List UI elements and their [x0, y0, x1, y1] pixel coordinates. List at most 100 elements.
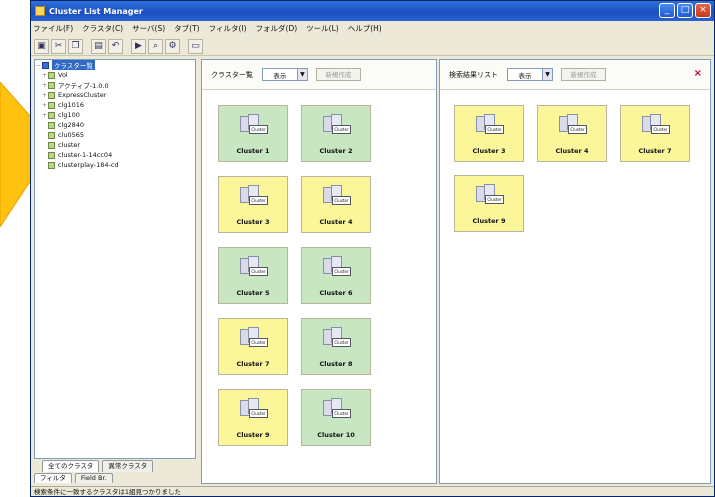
tree-item[interactable]: clu0565 [35, 130, 195, 140]
tree-item[interactable]: clusterplay-184-cd [35, 160, 195, 170]
copy-icon[interactable]: ❐ [68, 38, 83, 54]
menu-tools[interactable]: ツール(L) [306, 23, 339, 34]
chevron-down-icon[interactable]: ▼ [542, 69, 552, 80]
cluster-list-panel: クラスター覧 表示 ▼ 新規作成 Cluster Cluster 1 Cluster… [201, 59, 437, 484]
cluster-card[interactable]: Cluster Cluster 1 [218, 105, 288, 162]
cluster-icon [48, 91, 55, 99]
cluster-icon: Cluster [559, 114, 587, 138]
cluster-card[interactable]: Cluster Cluster 6 [301, 247, 371, 304]
close-icon[interactable]: × [694, 68, 702, 79]
menu-folder[interactable]: フォルダ(D) [256, 23, 298, 34]
cluster-card[interactable]: Cluster Cluster 7 [218, 318, 288, 375]
cut-icon[interactable]: ✂ [51, 38, 66, 54]
view-select[interactable]: 表示 ▼ [261, 68, 308, 81]
cluster-card[interactable]: Cluster Cluster 9 [454, 175, 524, 232]
tree-item[interactable]: + clg1016 [35, 100, 195, 110]
left-subtabs: フィルタ Field Br. [34, 473, 113, 484]
cluster-card-label: Cluster 2 [319, 147, 353, 155]
expand-icon[interactable]: + [41, 102, 48, 109]
tree-item[interactable]: cluster-1-14cc04 [35, 150, 195, 160]
tree-root[interactable]: − クラスター覧 [35, 60, 195, 70]
cluster-icon [48, 71, 55, 79]
settings-icon[interactable]: ⚙ [165, 38, 180, 54]
menu-file[interactable]: ファイル(F) [33, 23, 73, 34]
cluster-card[interactable]: Cluster Cluster 3 [454, 105, 524, 162]
search-result-panel: 検索結果リスト 表示 ▼ 新規作成 × Cluster Cluster 3 Clus… [439, 59, 711, 484]
menu-filter[interactable]: フィルタ(I) [209, 23, 247, 34]
tree-item[interactable]: + Vol [35, 70, 195, 80]
save-icon[interactable]: ▣ [34, 38, 49, 54]
cluster-icon: Cluster [240, 185, 268, 209]
tab-all-clusters[interactable]: 全てのクラスタ [42, 460, 100, 472]
close-button[interactable]: × [695, 3, 711, 18]
tree-item[interactable]: + clg100 [35, 110, 195, 120]
cluster-card[interactable]: Cluster Cluster 2 [301, 105, 371, 162]
expand-icon[interactable]: + [41, 82, 48, 89]
title-bar[interactable]: Cluster List Manager _ □ × [31, 1, 714, 21]
menu-bar: ファイル(F) クラスタ(C) サーバ(S) タブ(T) フィルタ(I) フォル… [31, 21, 714, 36]
cluster-card-label: Cluster 9 [236, 431, 270, 439]
cluster-card-label: Cluster 5 [236, 289, 270, 297]
cluster-card-label: Cluster 7 [236, 360, 270, 368]
cluster-icon: Cluster [323, 185, 351, 209]
expand-icon[interactable]: − [35, 62, 42, 69]
paste-icon[interactable]: ▤ [91, 38, 106, 54]
cluster-icon: Cluster [240, 256, 268, 280]
menu-server[interactable]: サーバ(S) [132, 23, 165, 34]
undo-icon[interactable]: ↶ [108, 38, 123, 54]
cluster-icon [48, 161, 55, 169]
menu-tab[interactable]: タブ(T) [174, 23, 199, 34]
chevron-down-icon[interactable]: ▼ [296, 69, 307, 80]
cluster-icon: Cluster [323, 327, 351, 351]
cluster-icon [48, 141, 55, 149]
cluster-icon: Cluster [476, 114, 504, 138]
maximize-button[interactable]: □ [677, 3, 693, 18]
app-window: Cluster List Manager _ □ × ファイル(F) クラスタ(… [30, 0, 715, 497]
app-icon [35, 6, 45, 16]
left-tabs: 全てのクラスタ 異常クラスタ [34, 460, 196, 472]
cluster-card[interactable]: Cluster Cluster 7 [620, 105, 690, 162]
cluster-card-label: Cluster 10 [317, 431, 355, 439]
cluster-icon: Cluster [240, 114, 268, 138]
find-icon[interactable]: ⌕ [148, 38, 163, 54]
create-button[interactable]: 新規作成 [315, 68, 361, 81]
tree-item[interactable]: + アクティブ-1.0.0 [35, 80, 195, 90]
cluster-card-label: Cluster 6 [319, 289, 353, 297]
expand-icon[interactable]: + [41, 72, 48, 79]
window-icon[interactable]: ▭ [188, 38, 203, 54]
cluster-icon [48, 101, 55, 109]
cluster-card[interactable]: Cluster Cluster 10 [301, 389, 371, 446]
cluster-card-label: Cluster 7 [638, 147, 672, 155]
tree-item[interactable]: cluster [35, 140, 195, 150]
cluster-card-label: Cluster 3 [472, 147, 506, 155]
menu-cluster[interactable]: クラスタ(C) [82, 23, 123, 34]
tab-field[interactable]: Field Br. [74, 473, 113, 483]
cluster-icon [48, 131, 55, 139]
minimize-button[interactable]: _ [659, 3, 675, 18]
cluster-card[interactable]: Cluster Cluster 4 [301, 176, 371, 233]
view-select[interactable]: 表示 ▼ [507, 68, 553, 81]
panel-title: クラスター覧 [211, 70, 253, 79]
create-button[interactable]: 新規作成 [561, 68, 606, 81]
cluster-icon: Cluster [240, 327, 268, 351]
cluster-card[interactable]: Cluster Cluster 8 [301, 318, 371, 375]
expand-icon[interactable]: + [41, 92, 48, 99]
expand-icon[interactable]: + [41, 112, 48, 119]
tab-filter[interactable]: フィルタ [34, 473, 72, 483]
panel-header: クラスター覧 表示 ▼ 新規作成 [202, 60, 436, 90]
cluster-card[interactable]: Cluster Cluster 5 [218, 247, 288, 304]
cluster-card[interactable]: Cluster Cluster 4 [537, 105, 607, 162]
cluster-card[interactable]: Cluster Cluster 9 [218, 389, 288, 446]
menu-help[interactable]: ヘルプ(H) [348, 23, 382, 34]
tab-error-clusters[interactable]: 異常クラスタ [102, 460, 154, 472]
cluster-icon [48, 121, 55, 129]
cluster-card-label: Cluster 4 [319, 218, 353, 226]
cluster-card[interactable]: Cluster Cluster 3 [218, 176, 288, 233]
cluster-icon: Cluster [642, 114, 670, 138]
tree-item[interactable]: + ExpressCluster [35, 90, 195, 100]
run-icon[interactable]: ▶ [131, 38, 146, 54]
toolbar: ▣ ✂ ❐ ▤ ↶ ▶ ⌕ ⚙ ▭ [31, 37, 714, 56]
tree-item[interactable]: clg2840 [35, 120, 195, 130]
cluster-card-label: Cluster 4 [555, 147, 589, 155]
folder-icon [42, 61, 49, 69]
